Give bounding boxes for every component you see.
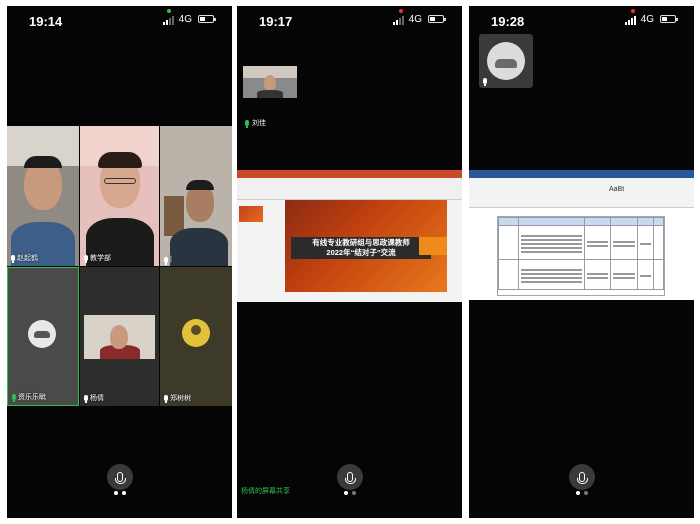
style-preview: AaBt — [609, 186, 625, 193]
presenter-label: 刘佳 — [245, 118, 266, 128]
page-dot — [121, 491, 126, 495]
mic-icon — [114, 472, 126, 484]
participant-tile[interactable]: | — [160, 126, 232, 266]
car-icon — [487, 42, 525, 80]
mic-icon — [576, 472, 588, 484]
car-icon — [28, 320, 56, 348]
participant-name-label: 教学部 — [84, 253, 111, 263]
battery-icon — [660, 15, 678, 23]
person-head — [110, 325, 128, 349]
participant-name-label: 郑树树 — [164, 393, 191, 403]
participant-tile[interactable]: 杨倩 — [80, 267, 159, 406]
participant-tile[interactable]: 赵起鹤 — [7, 126, 79, 266]
camera-indicator-icon — [167, 9, 171, 13]
mic-icon — [344, 472, 356, 484]
word-ribbon: AaBt — [469, 178, 694, 208]
participant-name: | — [170, 256, 172, 263]
slide-title-line2: 2022年“结对子”交流 — [326, 248, 396, 257]
slide-title-line1: 有线专业教研组与思政课教师 — [312, 238, 410, 247]
participant-tile[interactable]: 教学部 — [80, 126, 159, 266]
status-time: 19:28 — [491, 14, 525, 29]
phone-screen-ppt-share: 19:17 4G 刘佳 有线专业教研组与思政课教师 2022年“结对子”交流 杨… — [237, 6, 462, 518]
signal-icon — [625, 16, 636, 25]
page-indicator — [113, 491, 126, 495]
mic-icon — [245, 120, 249, 128]
signal-icon — [163, 16, 174, 25]
presenter-video[interactable] — [479, 34, 533, 88]
avatar-icon — [182, 319, 210, 347]
page-dot — [575, 491, 580, 495]
presenter-video[interactable] — [243, 66, 297, 98]
ppt-titlebar — [237, 170, 462, 178]
battery-icon — [198, 15, 216, 23]
page-dot — [343, 491, 348, 495]
slide-thumbnail — [239, 206, 263, 222]
status-time: 19:14 — [29, 14, 63, 29]
participant-name-label: | — [164, 256, 172, 265]
participant-name-label: 杨倩 — [84, 393, 104, 403]
page-dot — [583, 491, 588, 495]
mute-button[interactable] — [106, 464, 133, 490]
participant-name: 杨倩 — [90, 395, 104, 402]
phone-screen-meeting-grid: 19:14 4G 赵起鹤 教学部 | 资乐乐眦 杨倩 郑树树 — [7, 6, 232, 518]
participant-tile-speaking[interactable]: 资乐乐眦 — [7, 267, 79, 406]
document-table — [497, 216, 665, 296]
page-dot — [113, 491, 118, 495]
person-body — [257, 90, 283, 98]
mic-icon — [12, 394, 16, 402]
participant-name-label: 资乐乐眦 — [12, 392, 46, 402]
participant-name: 郑树树 — [170, 395, 191, 402]
network-type: 4G — [178, 14, 192, 25]
mute-button[interactable] — [336, 464, 363, 490]
person-head — [264, 75, 276, 91]
status-time: 19:17 — [259, 14, 293, 29]
status-bar: 19:14 4G — [7, 6, 232, 34]
page-dot — [351, 491, 356, 495]
network-type: 4G — [640, 14, 654, 25]
mic-icon — [84, 395, 88, 403]
slide-title: 有线专业教研组与思政课教师 2022年“结对子”交流 — [291, 238, 431, 258]
participant-grid: 赵起鹤 教学部 | 资乐乐眦 杨倩 郑树树 — [7, 126, 232, 406]
participant-name: 赵起鹤 — [17, 255, 38, 262]
battery-icon — [428, 15, 446, 23]
shared-word-window: AaBt — [469, 170, 694, 300]
slide-canvas: 有线专业教研组与思政课教师 2022年“结对子”交流 — [285, 200, 447, 292]
participant-name: 资乐乐眦 — [18, 394, 46, 401]
screen-share-status: 杨倩的屏幕共享 — [241, 488, 290, 495]
participant-name-label: 赵起鹤 — [11, 253, 38, 263]
ppt-ribbon — [237, 178, 462, 200]
word-titlebar — [469, 170, 694, 178]
participant-tile[interactable]: 郑树树 — [160, 267, 232, 406]
recording-indicator-icon — [631, 9, 635, 13]
presenter-name: 刘佳 — [252, 120, 266, 127]
mic-icon — [164, 256, 168, 265]
shared-powerpoint-window: 有线专业教研组与思政课教师 2022年“结对子”交流 — [237, 170, 462, 302]
person-body — [170, 228, 228, 266]
signal-icon — [393, 16, 404, 25]
mic-icon — [483, 78, 487, 86]
recording-indicator-icon — [399, 9, 403, 13]
mute-button[interactable] — [568, 464, 595, 490]
status-bar: 19:28 4G — [469, 6, 694, 34]
mic-icon — [84, 255, 88, 263]
mic-icon — [11, 255, 15, 263]
mic-icon — [164, 395, 168, 403]
phone-screen-word-share: 19:28 4G AaBt — [469, 6, 694, 518]
page-indicator — [575, 491, 588, 495]
page-indicator — [343, 491, 356, 495]
network-type: 4G — [408, 14, 422, 25]
participant-name: 教学部 — [90, 255, 111, 262]
status-bar: 19:17 4G — [237, 6, 462, 34]
